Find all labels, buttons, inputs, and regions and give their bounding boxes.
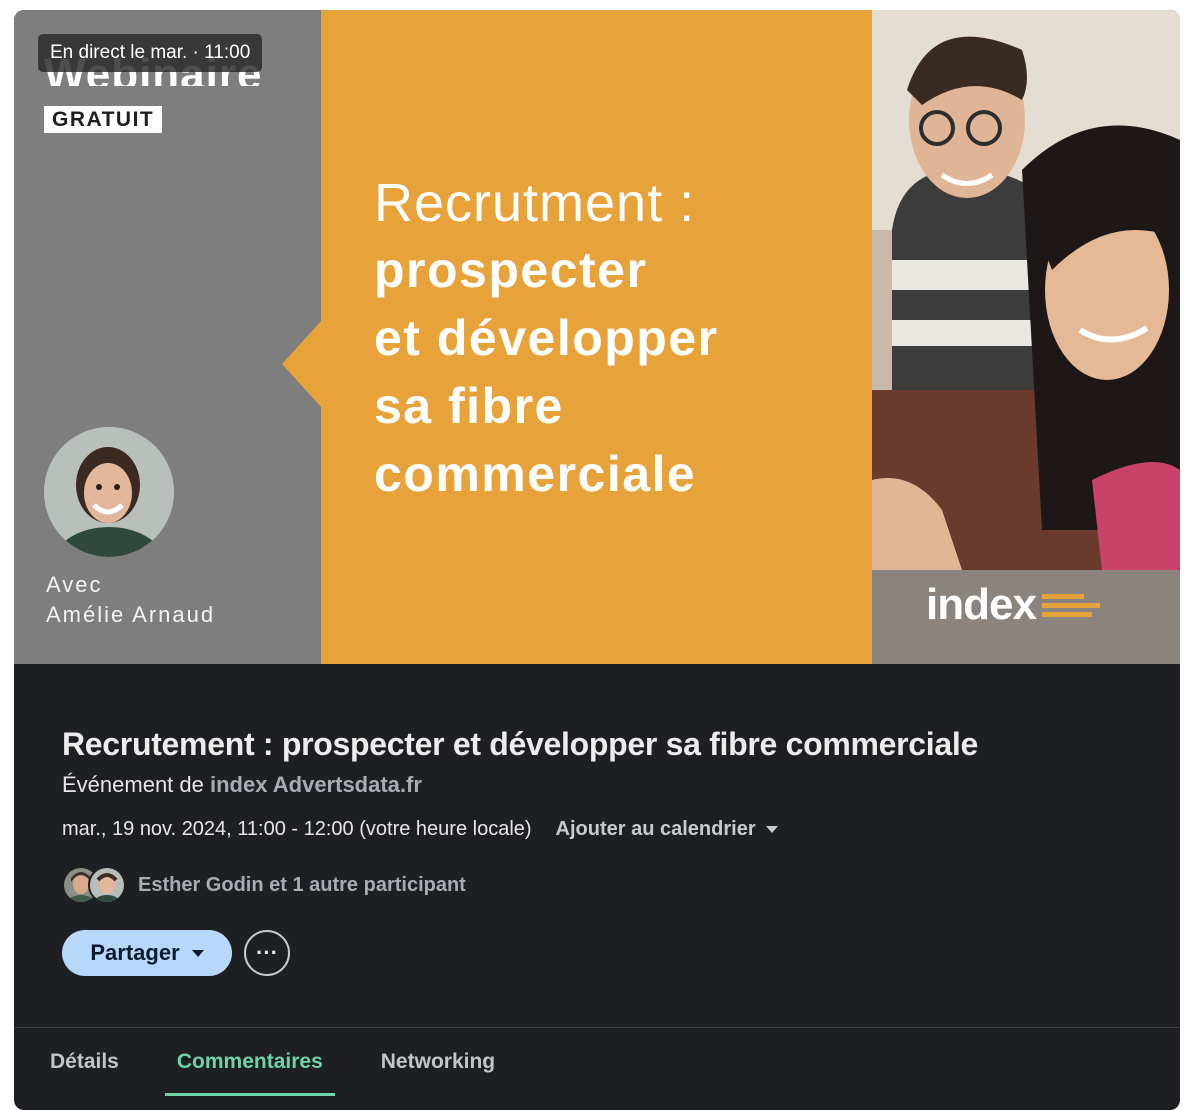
event-banner[interactable]: Webinaire GRATUIT Avec Amélie Arnaud <box>14 10 1180 664</box>
share-label: Partager <box>90 940 180 965</box>
speaker-caption: Avec Amélie Arnaud <box>46 570 215 630</box>
index-logo: index <box>926 580 1100 630</box>
gratuit-tag: GRATUIT <box>44 106 163 133</box>
speaker-avatar <box>44 427 174 557</box>
attendees-row[interactable]: Esther Godin et 1 autre participant <box>62 866 466 904</box>
tab-comments[interactable]: Commentaires <box>164 1028 335 1096</box>
headline-line-1: prospecter <box>374 242 648 298</box>
event-card: Webinaire GRATUIT Avec Amélie Arnaud <box>14 10 1180 1110</box>
tab-networking[interactable]: Networking <box>369 1028 507 1096</box>
tab-details[interactable]: Détails <box>38 1028 131 1096</box>
headline-line-2: et développer <box>374 310 719 366</box>
live-badge: En direct le mar. · 11:00 <box>38 34 263 72</box>
banner-left-panel: Webinaire GRATUIT Avec Amélie Arnaud <box>14 10 324 664</box>
index-logo-text: index <box>926 580 1037 629</box>
attendees-text[interactable]: Esther Godin et 1 autre participant <box>138 874 466 897</box>
attendee-avatar <box>88 866 126 904</box>
headline-line-3: sa fibre <box>374 378 564 434</box>
banner-photo <box>872 10 1180 664</box>
event-datetime-row: mar., 19 nov. 2024, 11:00 - 12:00 (votre… <box>62 818 778 841</box>
add-to-calendar-button[interactable]: Ajouter au calendrier <box>556 818 778 841</box>
index-logo-bars-icon <box>1041 593 1100 617</box>
more-options-icon: ··· <box>256 940 278 965</box>
chevron-down-icon <box>765 826 778 833</box>
organizer-link[interactable]: index Advertsdata.fr <box>210 772 422 797</box>
add-to-calendar-label: Ajouter au calendrier <box>555 818 756 840</box>
speaker-name: Amélie Arnaud <box>46 602 216 627</box>
event-tabs: Détails Commentaires Networking <box>14 1028 507 1110</box>
banner-notch <box>282 320 322 408</box>
more-options-button[interactable]: ··· <box>244 930 290 976</box>
banner-headline: Recrutment : prospecter et développer sa… <box>374 170 854 508</box>
organizer-line: Événement de index Advertsdata.fr <box>62 772 422 798</box>
event-title: Recrutement : prospecter et développer s… <box>62 726 978 762</box>
organizer-prefix: Événement de <box>62 772 204 797</box>
share-button[interactable]: Partager <box>62 930 232 976</box>
chevron-down-icon <box>191 949 204 957</box>
headline-light: Recrutment : <box>374 173 696 233</box>
event-datetime: mar., 19 nov. 2024, 11:00 - 12:00 (votre… <box>62 818 532 840</box>
headline-line-4: commerciale <box>374 446 697 502</box>
avec-label: Avec <box>46 572 103 597</box>
